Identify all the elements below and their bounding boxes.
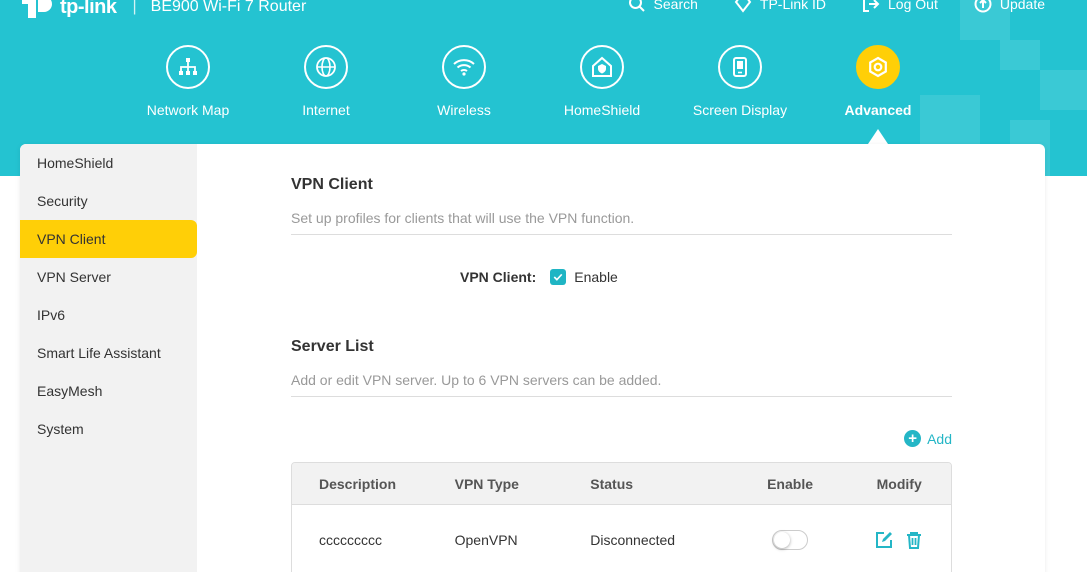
update-icon	[974, 0, 992, 13]
gear-icon	[856, 45, 900, 89]
nav-label: HomeShield	[563, 102, 641, 118]
update-label: Update	[999, 0, 1045, 12]
toggle-knob	[774, 532, 791, 548]
column-header-enable: Enable	[767, 475, 813, 492]
nav-label: Network Map	[146, 102, 230, 118]
sidebar-item-smart-life-assistant[interactable]: Smart Life Assistant	[20, 334, 197, 372]
nav-internet[interactable]: Internet	[266, 45, 386, 118]
nav-wireless[interactable]: Wireless	[404, 45, 524, 118]
network-map-icon	[166, 45, 210, 89]
update-link[interactable]: Update	[974, 0, 1045, 13]
homeshield-icon	[580, 45, 624, 89]
sidebar-item-system[interactable]: System	[20, 410, 197, 448]
sidebar-item-easymesh[interactable]: EasyMesh	[20, 372, 197, 410]
checkmark-icon	[553, 273, 563, 281]
nav-label: Advanced	[844, 102, 912, 118]
column-header-vpn-type: VPN Type	[454, 475, 519, 492]
cell-enable	[733, 530, 848, 550]
vpn-client-enable-checkbox[interactable]	[550, 269, 567, 285]
sidebar-item-security[interactable]: Security	[20, 182, 197, 220]
nav-label: Wireless	[437, 102, 491, 118]
cell-status: Disconnected	[590, 532, 676, 548]
enable-toggle[interactable]	[772, 530, 809, 550]
server-table: Description VPN Type Status Enable Modif…	[291, 462, 952, 572]
column-header-modify: Modify	[876, 475, 922, 492]
nav-label: Screen Display	[692, 102, 788, 118]
edit-icon[interactable]	[874, 530, 894, 550]
wifi-icon	[442, 45, 486, 89]
sidebar-item-vpn-client[interactable]: VPN Client	[20, 220, 197, 258]
cell-vpn-type: OpenVPN	[454, 532, 518, 548]
tplink-logo-icon	[22, 0, 52, 18]
cell-description: ccccccccc	[319, 532, 382, 548]
search-icon	[628, 0, 645, 12]
cell-modify	[847, 530, 951, 550]
logout-label: Log Out	[888, 0, 938, 12]
delete-icon[interactable]	[904, 530, 924, 550]
sidebar-item-homeshield[interactable]: HomeShield	[20, 144, 197, 182]
add-label: Add	[927, 430, 952, 447]
nav-screen-display[interactable]: Screen Display	[680, 45, 800, 118]
vpn-client-description: Set up profiles for clients that will us…	[291, 210, 952, 235]
vpn-client-enable-row: VPN Client: Enable	[460, 269, 618, 285]
enable-label: Enable	[574, 269, 618, 285]
router-model: BE900 Wi-Fi 7 Router	[150, 0, 307, 15]
sidebar-item-vpn-server[interactable]: VPN Server	[20, 258, 197, 296]
sidebar-item-ipv6[interactable]: IPv6	[20, 296, 197, 334]
vpn-client-title: VPN Client	[291, 176, 373, 193]
main-panel: HomeShield Security VPN Client VPN Serve…	[20, 144, 1045, 572]
table-header: Description VPN Type Status Enable Modif…	[292, 463, 951, 505]
table-row: ccccccccc OpenVPN Disconnected	[292, 505, 951, 572]
column-header-status: Status	[590, 475, 634, 492]
nav-advanced[interactable]: Advanced	[818, 45, 938, 118]
brand-separator: |	[132, 0, 137, 15]
tplink-id-link[interactable]: TP-Link ID	[734, 0, 826, 13]
screen-display-icon	[718, 45, 762, 89]
active-nav-pointer	[868, 129, 888, 144]
column-header-description: Description	[319, 475, 397, 492]
nav-homeshield[interactable]: HomeShield	[542, 45, 662, 118]
nav-label: Internet	[302, 102, 350, 118]
tplink-id-label: TP-Link ID	[759, 0, 827, 12]
brand: tp-link | BE900 Wi-Fi 7 Router	[22, 0, 306, 18]
main-nav: Network Map Internet Wireless HomeShield…	[0, 45, 1087, 135]
nav-network-map[interactable]: Network Map	[128, 45, 248, 118]
brand-name: tp-link	[60, 0, 117, 18]
logout-link[interactable]: Log Out	[862, 0, 938, 13]
plus-icon: +	[904, 430, 922, 447]
globe-icon	[304, 45, 348, 89]
server-list-description: Add or edit VPN server. Up to 6 VPN serv…	[291, 372, 952, 397]
search-label: Search	[653, 0, 698, 12]
top-links: Search TP-Link ID Log Out Update	[628, 0, 1045, 13]
field-colon: :	[531, 269, 537, 285]
sidebar: HomeShield Security VPN Client VPN Serve…	[20, 144, 197, 572]
server-list-title: Server List	[291, 338, 374, 355]
logout-icon	[863, 0, 880, 12]
tplink-id-icon	[734, 0, 752, 13]
search-link[interactable]: Search	[628, 0, 698, 13]
add-server-button[interactable]: + Add	[904, 430, 952, 447]
vpn-client-field-label: VPN Client	[460, 269, 532, 285]
